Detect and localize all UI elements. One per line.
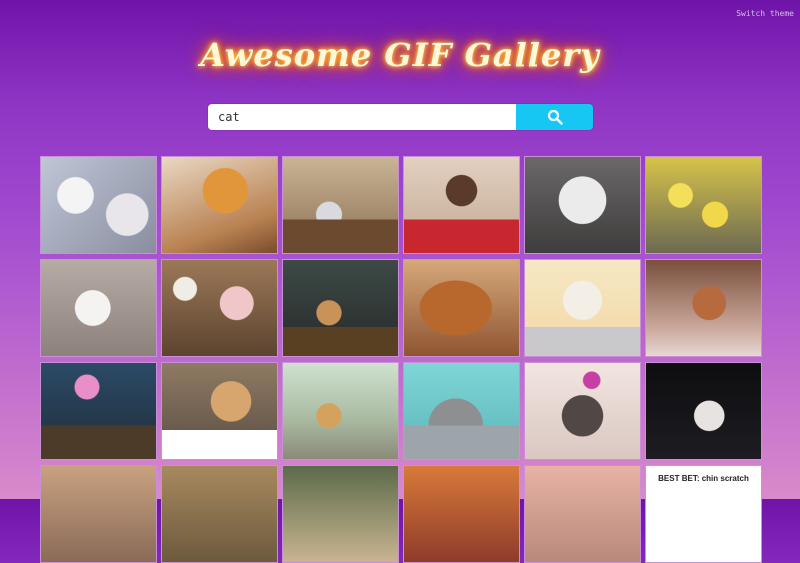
gif-tile[interactable] xyxy=(524,259,641,357)
search-bar xyxy=(208,104,593,130)
gif-tile[interactable] xyxy=(161,259,278,357)
gif-tile[interactable]: BEST BET: chin scratch xyxy=(645,465,762,563)
gif-tile[interactable] xyxy=(282,362,399,460)
search-input[interactable] xyxy=(208,104,516,130)
gif-tile[interactable] xyxy=(40,362,157,460)
gif-tile[interactable] xyxy=(524,362,641,460)
gif-caption: BEST BET: chin scratch xyxy=(658,474,749,483)
gif-tile[interactable] xyxy=(645,259,762,357)
search-button[interactable] xyxy=(516,104,593,130)
page-title: Awesome GIF Gallery xyxy=(200,36,600,74)
gif-tile[interactable] xyxy=(645,362,762,460)
gif-tile[interactable] xyxy=(403,259,520,357)
gif-tile[interactable] xyxy=(524,465,641,563)
gif-tile[interactable] xyxy=(645,156,762,254)
gif-tile[interactable] xyxy=(40,156,157,254)
gif-tile[interactable] xyxy=(161,156,278,254)
gif-tile[interactable] xyxy=(282,465,399,563)
gif-tile[interactable] xyxy=(524,156,641,254)
search-icon xyxy=(547,109,563,125)
gif-tile[interactable] xyxy=(40,465,157,563)
gif-tile[interactable] xyxy=(161,465,278,563)
gif-tile[interactable] xyxy=(40,259,157,357)
gif-tile[interactable] xyxy=(403,362,520,460)
switch-theme-link[interactable]: Switch theme xyxy=(736,9,794,18)
gif-tile[interactable] xyxy=(403,465,520,563)
gif-tile[interactable] xyxy=(282,259,399,357)
gif-grid: BEST BET: chin scratch xyxy=(40,156,762,563)
gif-tile[interactable] xyxy=(282,156,399,254)
gif-tile[interactable] xyxy=(403,156,520,254)
gif-tile[interactable] xyxy=(161,362,278,460)
